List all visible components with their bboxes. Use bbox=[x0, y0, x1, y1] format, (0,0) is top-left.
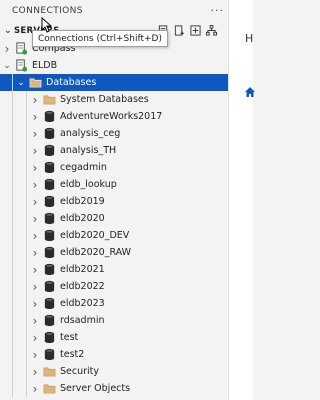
database-icon bbox=[42, 280, 56, 294]
tree-item-cegadmin[interactable]: › cegadmin bbox=[0, 159, 228, 176]
database-icon bbox=[42, 246, 56, 260]
database-icon bbox=[42, 314, 56, 328]
chevron-right-icon[interactable]: › bbox=[30, 312, 40, 329]
indent-guide bbox=[12, 74, 13, 397]
tree-item-label: Security bbox=[60, 366, 100, 377]
database-icon bbox=[42, 195, 56, 209]
tree-item-eldb2020-raw[interactable]: › eldb2020_RAW bbox=[0, 244, 228, 261]
server-icon bbox=[14, 59, 28, 73]
tree-item-label: eldb2021 bbox=[60, 264, 105, 275]
chevron-right-icon[interactable]: › bbox=[30, 159, 40, 176]
chevron-right-icon[interactable]: › bbox=[30, 108, 40, 125]
database-icon bbox=[42, 144, 56, 158]
tree-item-eldb2020[interactable]: › eldb2020 bbox=[0, 210, 228, 227]
chevron-right-icon[interactable]: › bbox=[30, 346, 40, 363]
panel-title: CONNECTIONS bbox=[12, 6, 83, 16]
chevron-down-icon[interactable]: ⌄ bbox=[2, 57, 12, 74]
chevron-right-icon[interactable]: › bbox=[30, 210, 40, 227]
database-icon bbox=[42, 331, 56, 345]
tree-item-label: test2 bbox=[60, 349, 85, 360]
tree-item-label: Databases bbox=[46, 77, 97, 88]
tree-item-server-objects[interactable]: › Server Objects bbox=[0, 380, 228, 397]
tree-item-analysis-ceg[interactable]: › analysis_ceg bbox=[0, 125, 228, 142]
chevron-right-icon[interactable]: › bbox=[30, 244, 40, 261]
database-icon bbox=[42, 161, 56, 175]
chevron-right-icon[interactable]: › bbox=[30, 227, 40, 244]
database-icon bbox=[42, 110, 56, 124]
tree-item-label: eldb2022 bbox=[60, 281, 105, 292]
tree-item-label: eldb2020_DEV bbox=[60, 230, 130, 241]
tree-item-databases[interactable]: ⌄ Databases bbox=[0, 74, 228, 91]
tree-item-label: eldb_lookup bbox=[60, 179, 117, 190]
tree-item-label: eldb2020 bbox=[60, 213, 105, 224]
tree-item-label: eldb2023 bbox=[60, 298, 105, 309]
new-server-group-icon[interactable] bbox=[190, 25, 201, 36]
tree-item-label: test bbox=[60, 332, 79, 343]
database-icon bbox=[42, 263, 56, 277]
database-icon bbox=[42, 212, 56, 226]
connections-tooltip: Connections (Ctrl+Shift+D) bbox=[32, 30, 168, 47]
tree-item-label: eldb2020_RAW bbox=[60, 247, 132, 258]
home-icon[interactable] bbox=[244, 86, 256, 98]
tree-item-rdsadmin[interactable]: › rdsadmin bbox=[0, 312, 228, 329]
tree-item-test[interactable]: › test bbox=[0, 329, 228, 346]
tree-item-eldb2021[interactable]: › eldb2021 bbox=[0, 261, 228, 278]
tree-item-eldb[interactable]: ⌄ ELDB bbox=[0, 57, 228, 74]
indent-guide bbox=[26, 91, 27, 397]
tree-item-eldb2023[interactable]: › eldb2023 bbox=[0, 295, 228, 312]
tree-item-label: System Databases bbox=[60, 94, 149, 105]
network-icon[interactable] bbox=[206, 25, 217, 36]
tree-item-eldb-lookup[interactable]: › eldb_lookup bbox=[0, 176, 228, 193]
tree-item-label: rdsadmin bbox=[60, 315, 105, 326]
tree-item-label: eldb2019 bbox=[60, 196, 105, 207]
tree-item-label: AdventureWorks2017 bbox=[60, 111, 163, 122]
chevron-right-icon[interactable]: › bbox=[30, 363, 40, 380]
chevron-down-icon[interactable]: ⌄ bbox=[2, 26, 14, 36]
tree-item-label: cegadmin bbox=[60, 162, 107, 173]
chevron-right-icon[interactable]: › bbox=[30, 142, 40, 159]
database-icon bbox=[42, 178, 56, 192]
chevron-right-icon[interactable]: › bbox=[30, 176, 40, 193]
chevron-right-icon[interactable]: › bbox=[30, 125, 40, 142]
tree-item-label: ELDB bbox=[32, 60, 58, 71]
chevron-right-icon[interactable]: › bbox=[30, 91, 40, 108]
tree-item-eldb2022[interactable]: › eldb2022 bbox=[0, 278, 228, 295]
server-icon bbox=[14, 42, 28, 56]
database-icon bbox=[42, 348, 56, 362]
editor-panel: H bbox=[228, 0, 256, 400]
tree-item-adventureworks2017[interactable]: › AdventureWorks2017 bbox=[0, 108, 228, 125]
chevron-right-icon[interactable]: › bbox=[30, 295, 40, 312]
panel-header: CONNECTIONS ··· bbox=[0, 0, 228, 22]
chevron-right-icon[interactable]: › bbox=[30, 380, 40, 397]
tree-item-analysis-th[interactable]: › analysis_TH bbox=[0, 142, 228, 159]
tree-item-security[interactable]: › Security bbox=[0, 363, 228, 380]
chevron-right-icon[interactable]: › bbox=[30, 261, 40, 278]
chevron-down-icon[interactable]: ⌄ bbox=[16, 74, 26, 91]
folder-icon bbox=[42, 365, 56, 379]
chevron-right-icon[interactable]: › bbox=[30, 329, 40, 346]
folder-icon bbox=[42, 382, 56, 396]
database-icon bbox=[42, 127, 56, 141]
chevron-right-icon[interactable]: › bbox=[30, 193, 40, 210]
new-connection-icon[interactable] bbox=[174, 25, 185, 36]
database-icon bbox=[42, 297, 56, 311]
home-tab-label[interactable]: H bbox=[245, 32, 253, 45]
tree-item-test2[interactable]: › test2 bbox=[0, 346, 228, 363]
database-icon bbox=[42, 229, 56, 243]
mouse-cursor-icon bbox=[41, 17, 52, 33]
tree-item-eldb2020-dev[interactable]: › eldb2020_DEV bbox=[0, 227, 228, 244]
tree-item-label: analysis_ceg bbox=[60, 128, 121, 139]
more-actions-icon[interactable]: ··· bbox=[211, 4, 225, 17]
tree-item-system-databases[interactable]: › System Databases bbox=[0, 91, 228, 108]
folder-icon bbox=[28, 76, 42, 90]
chevron-right-icon[interactable]: › bbox=[30, 278, 40, 295]
chevron-right-icon[interactable]: › bbox=[2, 40, 12, 57]
tree-item-eldb2019[interactable]: › eldb2019 bbox=[0, 193, 228, 210]
folder-icon bbox=[42, 93, 56, 107]
tree-item-label: Server Objects bbox=[60, 383, 131, 394]
tree-item-label: analysis_TH bbox=[60, 145, 117, 156]
